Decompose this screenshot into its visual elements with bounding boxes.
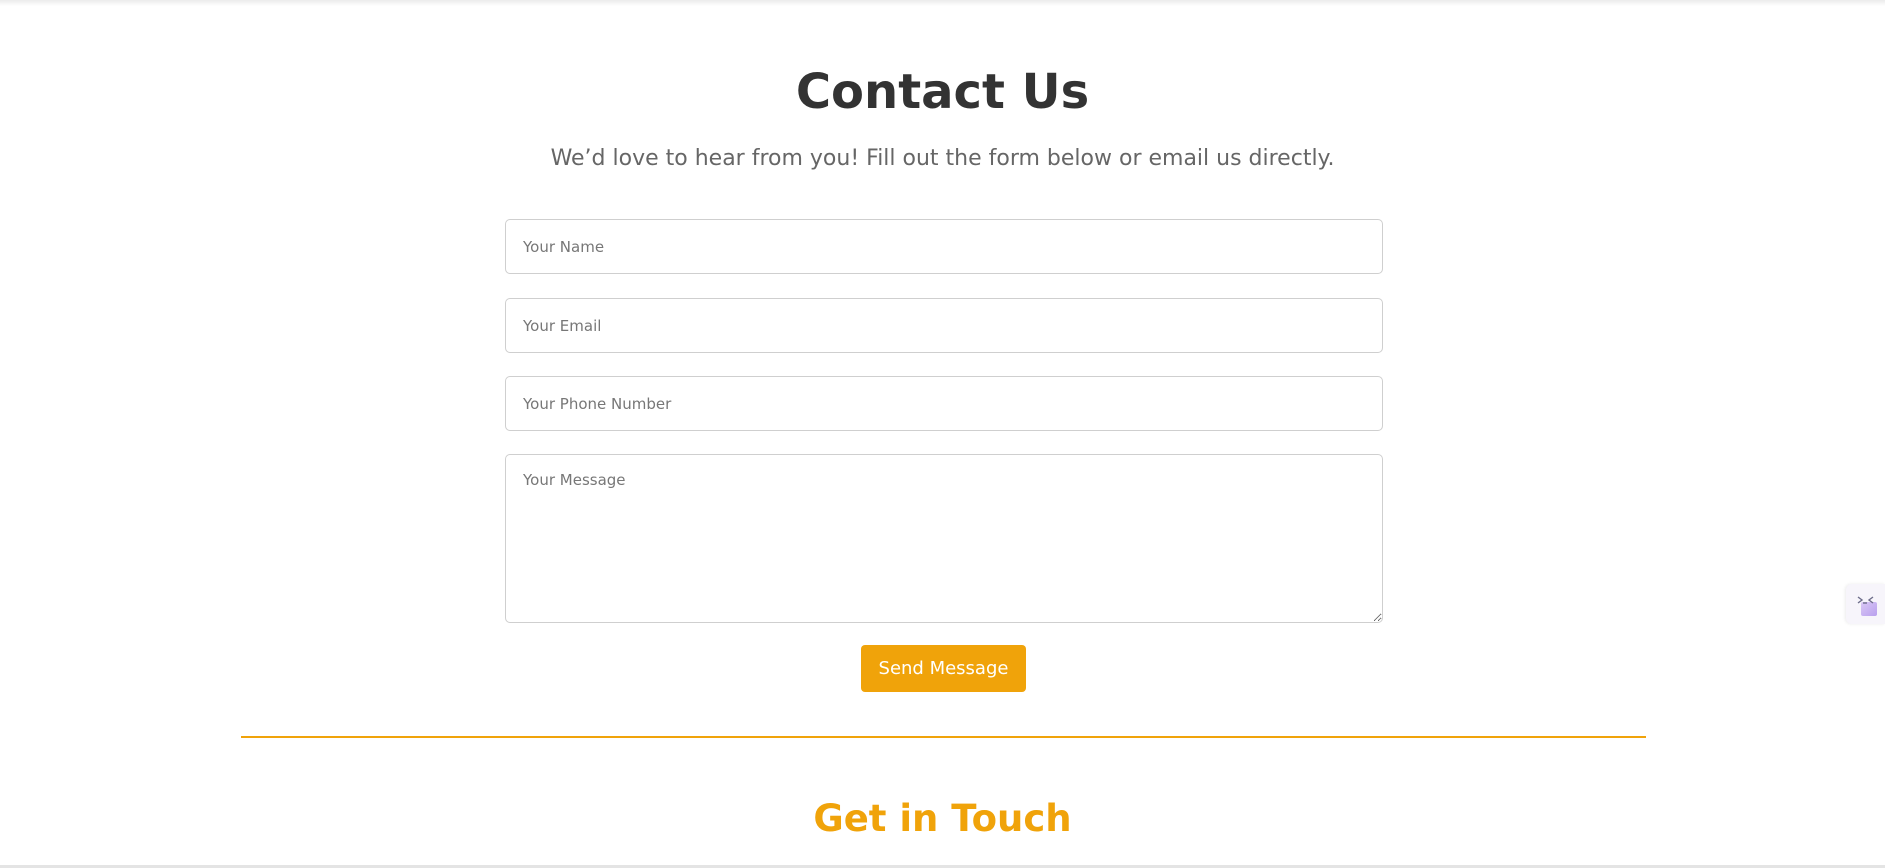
message-textarea[interactable]: [505, 454, 1383, 623]
name-input[interactable]: [505, 219, 1383, 274]
extension-widget-icon: [1857, 596, 1877, 616]
get-in-touch-heading: Get in Touch: [813, 797, 1072, 840]
extension-widget[interactable]: [1846, 584, 1885, 624]
contact-page: Contact Us We’d love to hear from you! F…: [0, 0, 1885, 868]
email-input[interactable]: [505, 298, 1383, 353]
page-subtitle: We’d love to hear from you! Fill out the…: [550, 146, 1335, 171]
page-title: Contact Us: [795, 64, 1090, 120]
header-shadow: [0, 0, 1885, 6]
send-message-button[interactable]: Send Message: [861, 645, 1026, 692]
section-divider: [241, 736, 1646, 738]
phone-input[interactable]: [505, 376, 1383, 431]
